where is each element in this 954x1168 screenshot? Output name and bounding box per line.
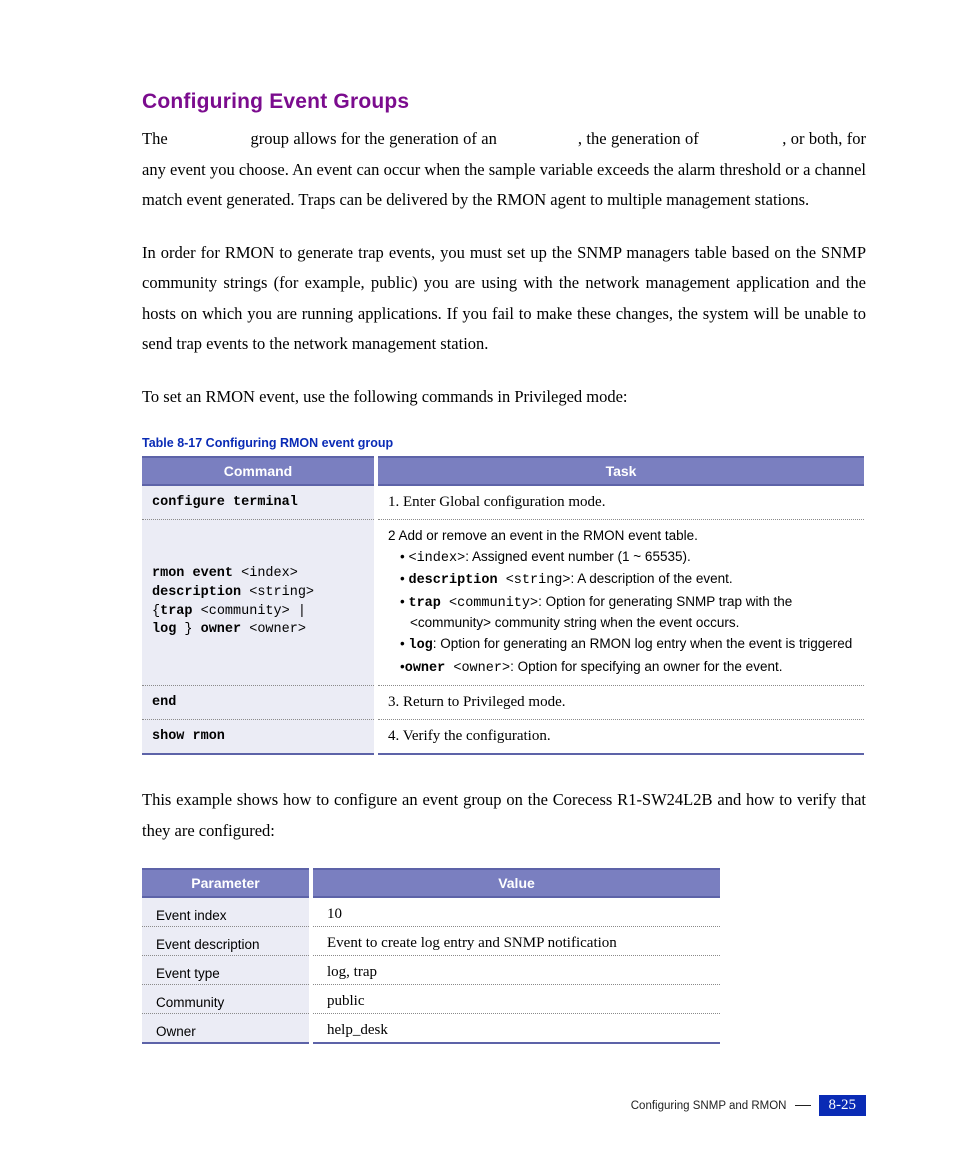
- page-content: Configuring Event Groups The rmon event …: [0, 0, 954, 1104]
- cmd-bold: description: [152, 585, 249, 600]
- footer-chapter-label: Configuring SNMP and RMON: [631, 1100, 787, 1112]
- cell-task: 3. Return to Privileged mode.: [376, 686, 864, 720]
- cmd-bold: owner: [201, 622, 250, 637]
- text: , the generation of: [578, 129, 703, 148]
- cmd-angle: <community>: [201, 604, 290, 619]
- task-bullet: • description <string>: A description of…: [388, 569, 854, 591]
- cell-param: Event type: [142, 956, 311, 985]
- page-number: 8-25: [819, 1095, 867, 1116]
- cell-value: log, trap: [311, 956, 720, 985]
- cmd-bold: rmon event: [152, 566, 241, 581]
- table-row: Owner help_desk: [142, 1014, 720, 1044]
- cell-param: Event description: [142, 927, 311, 956]
- paragraph-2: In order for RMON to generate trap event…: [142, 238, 866, 360]
- table-row: configure terminal 1. Enter Global confi…: [142, 485, 864, 520]
- cmd-brace: {: [152, 604, 160, 619]
- col-value: Value: [311, 869, 720, 897]
- col-parameter: Parameter: [142, 869, 311, 897]
- monob: description: [408, 573, 505, 588]
- paragraph-4: This example shows how to configure an e…: [142, 785, 866, 846]
- task-bullet: • <index>: Assigned event number (1 ~ 65…: [388, 547, 854, 569]
- task-bullet: •owner <owner>: Option for specifying an…: [388, 657, 854, 679]
- paragraph-1: The rmon event group allows for the gene…: [142, 124, 866, 216]
- task-lead: 2 Add or remove an event in the RMON eve…: [388, 526, 854, 546]
- footer-divider: [795, 1105, 811, 1106]
- monob: log: [408, 638, 432, 653]
- text: : A description of the event.: [571, 571, 733, 586]
- table-row: end 3. Return to Privileged mode.: [142, 686, 864, 720]
- cell-param: Community: [142, 985, 311, 1014]
- cmd-angle: <index>: [241, 566, 298, 581]
- table-row: rmon event <index> description <string> …: [142, 520, 864, 686]
- cell-value: help_desk: [311, 1014, 720, 1044]
- cmd-pipe: |: [290, 604, 306, 619]
- table-row: Community public: [142, 985, 720, 1014]
- col-task: Task: [376, 457, 864, 485]
- table-header-row: Command Task: [142, 457, 864, 485]
- mono: <string>: [506, 573, 571, 588]
- cell-param: Event index: [142, 897, 311, 927]
- cmd-angle: <string>: [249, 585, 314, 600]
- task-block: 2 Add or remove an event in the RMON eve…: [388, 526, 854, 678]
- cell-task: 2 Add or remove an event in the RMON eve…: [376, 520, 864, 686]
- cell-value: Event to create log entry and SNMP notif…: [311, 927, 720, 956]
- cell-command: show rmon: [142, 720, 376, 755]
- monob: owner: [405, 661, 454, 676]
- table-row: show rmon 4. Verify the configuration.: [142, 720, 864, 755]
- cmd-angle: <owner>: [249, 622, 306, 637]
- table-row: Event type log, trap: [142, 956, 720, 985]
- cell-command: rmon event <index> description <string> …: [142, 520, 376, 686]
- command-table: Command Task configure terminal 1. Enter…: [142, 456, 864, 755]
- parameter-table: Parameter Value Event index 10 Event des…: [142, 868, 720, 1044]
- cell-command: end: [142, 686, 376, 720]
- task-bullet: • trap <community>: Option for generatin…: [388, 592, 854, 633]
- italic-term: rmon event: [172, 129, 246, 148]
- text: : Option for generating an RMON log entr…: [433, 636, 852, 651]
- section-heading: Configuring Event Groups: [142, 90, 866, 114]
- cmd-bold: trap: [160, 604, 201, 619]
- cell-value: 10: [311, 897, 720, 927]
- paragraph-3: To set an RMON event, use the following …: [142, 382, 866, 413]
- cell-value: public: [311, 985, 720, 1014]
- mono: <owner>: [453, 661, 510, 676]
- task-bullet: • log: Option for generating an RMON log…: [388, 634, 854, 656]
- cell-task: 1. Enter Global configuration mode.: [376, 485, 864, 520]
- monob: trap: [408, 596, 449, 611]
- text: group allows for the generation of an: [251, 129, 502, 148]
- cmd-brace: }: [184, 622, 200, 637]
- col-command: Command: [142, 457, 376, 485]
- mono: <community>: [449, 596, 538, 611]
- cmd-bold: log: [152, 622, 184, 637]
- table-row: Event index 10: [142, 897, 720, 927]
- italic-term: RMON log: [501, 129, 573, 148]
- cell-command: configure terminal: [142, 485, 376, 520]
- text: : Option for specifying an owner for the…: [510, 659, 782, 674]
- table-header-row: Parameter Value: [142, 869, 720, 897]
- text: : Assigned event number (1 ~ 65535).: [465, 549, 691, 564]
- page-footer: Configuring SNMP and RMON 8-25: [631, 1095, 866, 1116]
- table-caption: Table 8-17 Configuring RMON event group: [142, 436, 866, 450]
- text: The: [142, 129, 172, 148]
- mono: <index>: [408, 551, 465, 566]
- cell-param: Owner: [142, 1014, 311, 1044]
- cell-task: 4. Verify the configuration.: [376, 720, 864, 755]
- table-row: Event description Event to create log en…: [142, 927, 720, 956]
- italic-term: SNMP trap: [703, 129, 778, 148]
